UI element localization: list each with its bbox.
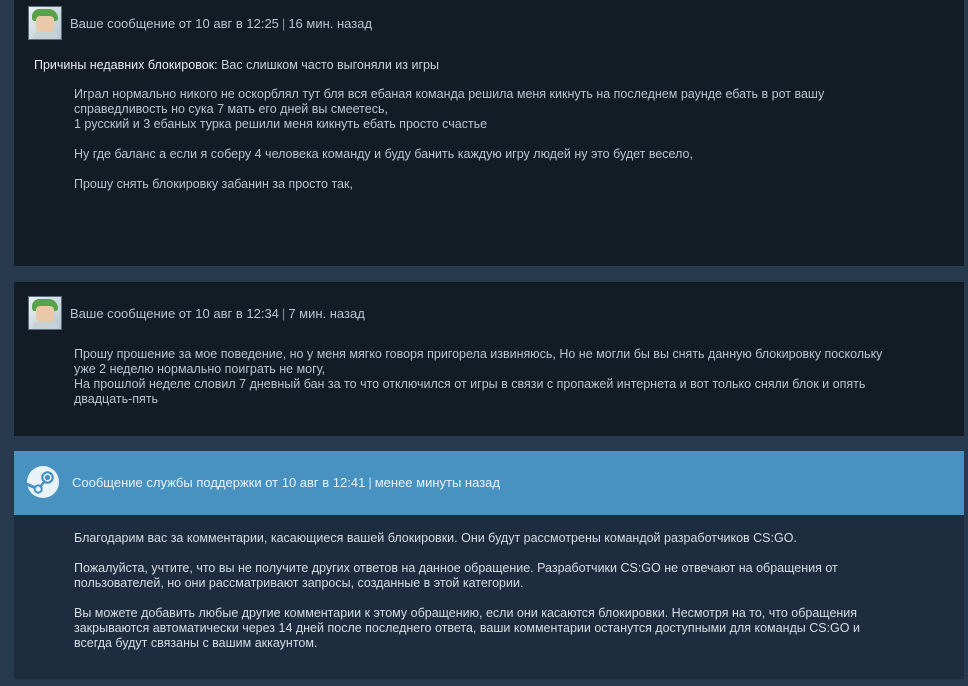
- support-message-header: Сообщение службы поддержки от 10 авг в 1…: [26, 465, 500, 499]
- steam-logo-icon: [26, 466, 59, 498]
- user-message-2-body: Прошу прошение за мое поведение, но у ме…: [74, 347, 924, 422]
- meta-separator: |: [368, 474, 372, 490]
- ban-reasons: Причины недавних блокировок: Вас слишком…: [34, 58, 439, 72]
- user-message-2-header: Ваше сообщение от 10 авг в 12:34 | 7 мин. …: [28, 296, 365, 330]
- message-age: 16 мин. назад: [288, 15, 373, 31]
- message-paragraph: Играл нормально никого не оскорблял тут …: [74, 87, 825, 131]
- ban-reasons-label: Причины недавних блокировок:: [34, 58, 218, 72]
- support-message-body: Благодарим вас за комментарии, касающиес…: [74, 531, 924, 666]
- message-date: Сообщение службы поддержки от 10 авг в 1…: [72, 474, 366, 490]
- message-date: Ваше сообщение от 10 авг в 12:25: [70, 15, 279, 31]
- user-message-1-body: Играл нормально никого не оскорблял тут …: [74, 87, 924, 207]
- message-meta: Ваше сообщение от 10 авг в 12:25 | 16 мин.…: [70, 16, 372, 31]
- message-paragraph: Прошу снять блокировку забанин за просто…: [74, 177, 353, 191]
- user-avatar[interactable]: [28, 296, 62, 330]
- meta-separator: |: [281, 305, 286, 321]
- message-paragraph: Ну где баланс а если я соберу 4 человека…: [74, 147, 693, 161]
- message-meta: Ваше сообщение от 10 авг в 12:34 | 7 мин. …: [70, 306, 365, 321]
- message-paragraph: Пожалуйста, учтите, что вы не получите д…: [74, 561, 838, 590]
- user-message-1-header: Ваше сообщение от 10 авг в 12:25 | 16 мин.…: [28, 6, 372, 40]
- message-paragraph: Благодарим вас за комментарии, касающиес…: [74, 531, 797, 545]
- message-age: 7 мин. назад: [288, 305, 365, 321]
- support-ticket-thread: Ваше сообщение от 10 авг в 12:25 | 16 мин.…: [0, 0, 968, 686]
- meta-separator: |: [281, 15, 286, 31]
- message-paragraph: Вы можете добавить любые другие коммента…: [74, 606, 860, 650]
- message-date: Ваше сообщение от 10 авг в 12:34: [70, 305, 279, 321]
- message-meta: Сообщение службы поддержки от 10 авг в 1…: [72, 475, 500, 490]
- user-avatar[interactable]: [28, 6, 62, 40]
- ban-reasons-value: Вас слишком часто выгоняли из игры: [221, 58, 439, 72]
- message-paragraph: Прошу прошение за мое поведение, но у ме…: [74, 347, 883, 406]
- message-age: менее минуты назад: [374, 474, 500, 490]
